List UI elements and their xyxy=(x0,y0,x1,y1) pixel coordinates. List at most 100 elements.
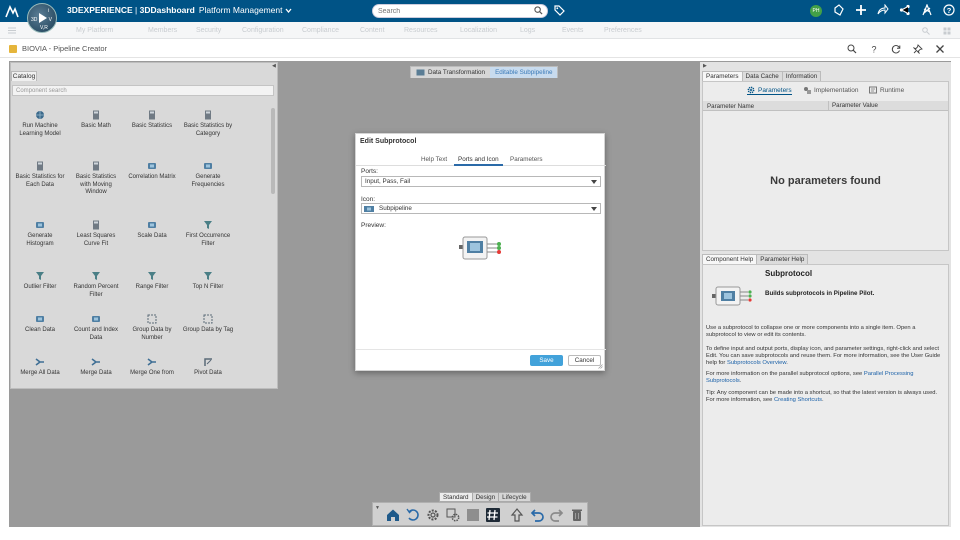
catalog-item[interactable]: Range Filter xyxy=(126,271,178,292)
subtab-parameters[interactable]: Parameters xyxy=(747,86,792,95)
search-box[interactable] xyxy=(372,4,548,18)
catalog-item[interactable]: Generate Frequencies xyxy=(182,161,234,189)
component-search-input[interactable]: Component search xyxy=(12,85,274,96)
dashboard-tab[interactable]: Content xyxy=(360,27,385,34)
catalog-item[interactable]: Least Squares Curve Fit xyxy=(70,220,122,248)
catalog-item[interactable]: Count and Index Data xyxy=(70,314,122,342)
avatar[interactable]: PH xyxy=(810,5,822,17)
tab-ports-and-icon[interactable]: Ports and Icon xyxy=(454,155,503,166)
tab-data-cache[interactable]: Data Cache xyxy=(741,71,783,81)
tab-parameters[interactable]: Parameters xyxy=(506,155,547,166)
share-icon[interactable] xyxy=(899,4,911,16)
settings-icon[interactable] xyxy=(426,508,440,522)
home-icon[interactable] xyxy=(386,508,400,522)
catalog-scrollbar[interactable] xyxy=(271,108,275,194)
catalog-item[interactable]: Basic Statistics xyxy=(126,110,178,131)
menu-icon[interactable] xyxy=(8,27,16,34)
pointer-up-icon[interactable] xyxy=(510,508,524,522)
catalog-item[interactable]: Merge Data xyxy=(70,357,122,378)
tab-parameters[interactable]: Parameters xyxy=(702,71,743,81)
catalog-item[interactable]: Basic Math xyxy=(70,110,122,131)
search-input[interactable] xyxy=(378,5,528,17)
catalog-item[interactable]: Run Machine Learning Model xyxy=(14,110,66,138)
communities-icon[interactable] xyxy=(921,4,933,16)
dashboard-tab[interactable]: Compliance xyxy=(302,27,339,34)
subprotocols-overview-link[interactable]: Subprotocols Overview xyxy=(727,360,786,366)
tab-design[interactable]: Design xyxy=(471,492,500,502)
dashboard-tab[interactable]: Security xyxy=(196,27,221,34)
catalog-item[interactable]: Scale Data xyxy=(126,220,178,241)
toggle-comments-icon[interactable] xyxy=(486,508,500,522)
share-arrow-icon[interactable] xyxy=(877,4,889,16)
add-icon[interactable] xyxy=(855,4,867,16)
col-parameter-name[interactable]: Parameter Name xyxy=(707,103,754,110)
catalog-item[interactable]: Basic Statistics with Moving Window xyxy=(70,161,122,197)
editable-subpipeline-button[interactable]: Editable Subpipeline xyxy=(490,67,558,78)
component-settings-icon[interactable] xyxy=(446,508,460,522)
3ds-logo-icon[interactable] xyxy=(4,4,20,20)
tab-help-text[interactable]: Help Text xyxy=(417,155,451,166)
close-icon[interactable] xyxy=(935,44,945,54)
catalog-item[interactable]: Basic Statistics for Each Data xyxy=(14,161,66,189)
catalog-item[interactable]: Pivot Data xyxy=(182,357,234,378)
resize-handle-icon[interactable] xyxy=(598,364,603,369)
dashboard-tab[interactable]: Localization xyxy=(460,27,497,34)
expand-panel-icon[interactable]: ▶ xyxy=(703,63,707,69)
widget-help-icon[interactable]: ? xyxy=(869,44,879,55)
compass-widget[interactable]: 3D Vi V,R xyxy=(27,3,57,33)
tag-icon[interactable] xyxy=(553,4,565,16)
pin-icon[interactable] xyxy=(913,44,923,54)
refresh-icon[interactable] xyxy=(891,44,901,54)
tab-information[interactable]: Information xyxy=(781,71,822,81)
search-icon[interactable] xyxy=(534,6,543,15)
tab-catalog[interactable]: Catalog xyxy=(11,71,37,81)
catalog-item[interactable]: First Occurrence Filter xyxy=(182,220,234,248)
save-button[interactable]: Save xyxy=(530,355,563,366)
catalog-item[interactable]: Merge One from xyxy=(126,357,178,378)
dashboard-tab[interactable]: Logs xyxy=(520,27,535,34)
undo-history-icon[interactable] xyxy=(406,508,420,522)
dashboard-tab[interactable]: Members xyxy=(148,27,177,34)
subprotocol-icon xyxy=(712,286,752,306)
select-box-icon[interactable] xyxy=(466,508,480,522)
tab-standard[interactable]: Standard xyxy=(439,492,473,502)
dashboard-tab[interactable]: Events xyxy=(562,27,583,34)
catalog-item[interactable]: Top N Filter xyxy=(182,271,234,292)
notifications-icon[interactable] xyxy=(833,4,845,16)
catalog-item[interactable]: Merge All Data xyxy=(14,357,66,378)
catalog-item[interactable]: Generate Histogram xyxy=(14,220,66,248)
catalog-item[interactable]: Group Data by Number xyxy=(126,314,178,342)
catalog-item[interactable]: Outlier Filter xyxy=(14,271,66,292)
cancel-button[interactable]: Cancel xyxy=(568,355,601,366)
subtab-implementation[interactable]: Implementation xyxy=(803,86,858,94)
undo-icon[interactable] xyxy=(530,508,544,522)
toolbar-collapse-icon[interactable]: ▼ xyxy=(375,505,380,511)
tab-component-help[interactable]: Component Help xyxy=(702,254,758,264)
dashboard-grid-icon[interactable] xyxy=(943,27,951,35)
catalog-item[interactable]: Basic Statistics by Category xyxy=(182,110,234,138)
dashboard-tab[interactable]: Resources xyxy=(404,27,437,34)
catalog-item[interactable]: Group Data by Tag xyxy=(182,314,234,335)
catalog-item[interactable]: Clean Data xyxy=(14,314,66,335)
dashboard-tab[interactable]: Configuration xyxy=(242,27,284,34)
col-parameter-value[interactable]: Parameter Value xyxy=(828,101,878,111)
ports-select[interactable]: Input, Pass, Fail xyxy=(361,176,601,187)
redo-icon[interactable] xyxy=(550,508,564,522)
tab-lifecycle[interactable]: Lifecycle xyxy=(498,492,531,502)
dashboard-tab[interactable]: My Platform xyxy=(76,27,113,34)
platform-switcher[interactable]: Platform Management xyxy=(199,5,292,15)
catalog-item[interactable]: Correlation Matrix xyxy=(126,161,178,182)
delete-icon[interactable] xyxy=(570,508,584,522)
dashboard-tab[interactable]: Preferences xyxy=(604,27,642,34)
catalog-item[interactable]: Random Percent Filter xyxy=(70,271,122,299)
edit-subprotocol-dialog: Edit Subprotocol Help Text Ports and Ico… xyxy=(355,133,606,371)
creating-shortcuts-link[interactable]: Creating Shortcuts xyxy=(774,397,822,403)
icon-select[interactable]: Subpipeline xyxy=(361,203,601,214)
tab-parameter-help[interactable]: Parameter Help xyxy=(756,254,809,264)
widget-search-icon[interactable] xyxy=(847,44,857,54)
dashboard-search-icon[interactable] xyxy=(922,27,930,35)
data-transformation-button[interactable]: Data Transformation xyxy=(411,67,491,78)
help-icon[interactable]: ? xyxy=(943,4,955,16)
subtab-runtime[interactable]: Runtime xyxy=(869,86,904,94)
collapse-panel-icon[interactable]: ◀ xyxy=(272,63,276,69)
